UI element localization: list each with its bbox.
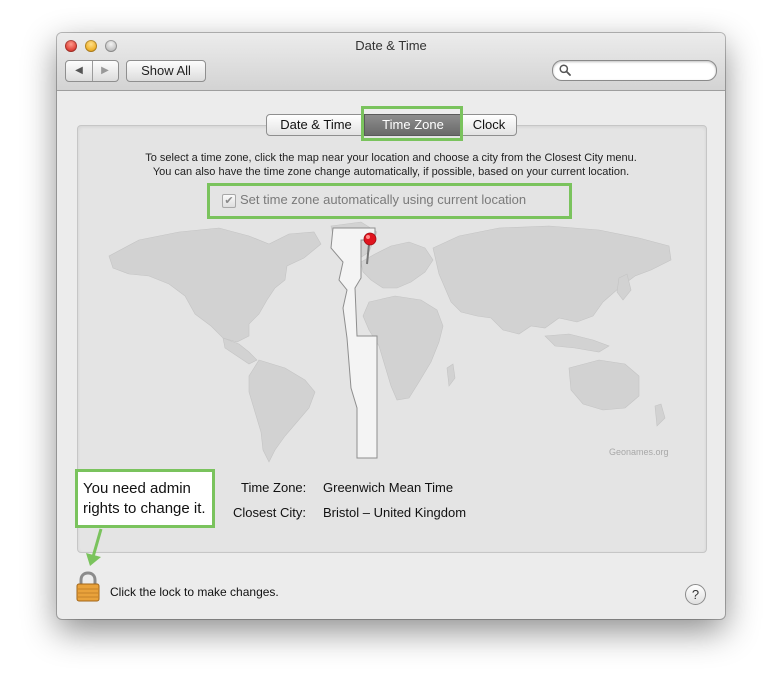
search-input[interactable] <box>575 62 711 79</box>
lock-icon[interactable] <box>74 571 102 603</box>
tab-clock[interactable]: Clock <box>461 114 517 136</box>
chevron-left-icon: ◀ <box>75 65 83 76</box>
annotation-text: You need admin rights to change it. <box>83 480 206 517</box>
tab-date-time[interactable]: Date & Time <box>266 114 366 136</box>
south-america-region <box>248 359 316 463</box>
new-zealand-region <box>654 403 666 427</box>
closest-city-label: Closest City: <box>233 505 306 520</box>
search-icon <box>559 64 571 76</box>
checkmark-icon: ✔ <box>224 195 234 207</box>
annotation-arrow-icon <box>86 528 103 566</box>
instruction-line-2: You can also have the time zone change a… <box>152 166 630 178</box>
nav-buttons: ◀ ▶ <box>65 60 119 82</box>
instructions: To select a time zone, click the map nea… <box>77 151 705 179</box>
preferences-window: Date & Time ◀ ▶ Show All Date & Time Tim… <box>57 33 725 619</box>
back-button[interactable]: ◀ <box>66 61 93 81</box>
madagascar-region <box>446 363 456 387</box>
lock-message: Click the lock to make changes. <box>110 585 279 599</box>
time-zone-label: Time Zone: <box>241 480 307 495</box>
asia-region <box>432 225 672 335</box>
indonesia-region <box>544 333 610 353</box>
forward-button[interactable]: ▶ <box>92 61 118 81</box>
instruction-line-1: To select a time zone, click the map nea… <box>145 152 637 164</box>
australia-region <box>568 359 640 411</box>
north-america-region <box>108 227 322 343</box>
help-button[interactable]: ? <box>685 584 706 605</box>
closest-city-value[interactable]: Bristol – United Kingdom <box>323 505 466 520</box>
window-title: Date & Time <box>355 38 427 53</box>
auto-timezone-checkbox[interactable]: ✔ <box>222 194 236 208</box>
europe-region <box>360 241 434 289</box>
map-credit: Geonames.org <box>609 447 669 457</box>
show-all-button[interactable]: Show All <box>126 60 206 82</box>
time-zone-value: Greenwich Mean Time <box>323 480 454 495</box>
time-zone-tab-highlight <box>361 106 463 141</box>
search-field[interactable] <box>552 60 717 81</box>
title-bar: Date & Time ◀ ▶ Show All <box>57 33 725 91</box>
auto-timezone-label[interactable]: Set time zone automatically using curren… <box>240 192 526 207</box>
central-america-region <box>222 337 258 365</box>
world-map[interactable] <box>99 218 679 468</box>
chevron-right-icon: ▶ <box>101 65 109 76</box>
